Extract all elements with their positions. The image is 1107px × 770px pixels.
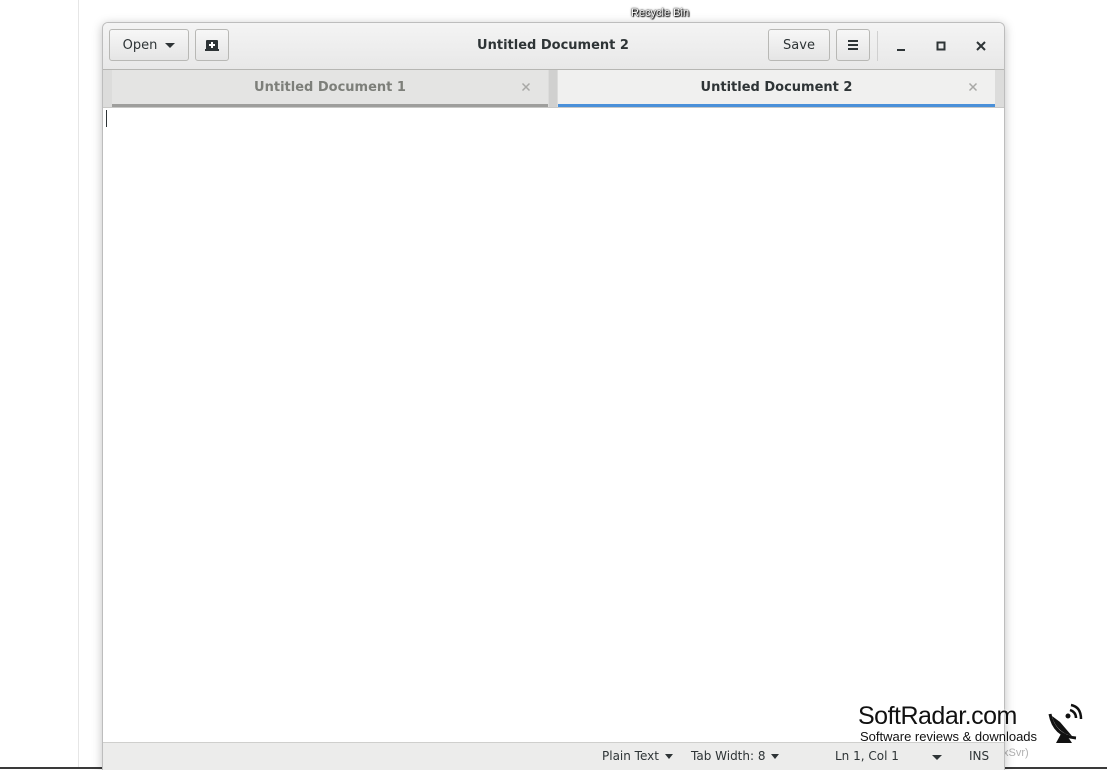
tab-untitled-document-1[interactable]: Untitled Document 1 bbox=[112, 70, 548, 107]
close-tab-button[interactable] bbox=[965, 79, 981, 95]
tab-bar: Untitled Document 1 Untitled Document 2 bbox=[103, 70, 1004, 108]
close-tab-button[interactable] bbox=[518, 79, 534, 95]
tab-label: Untitled Document 1 bbox=[254, 79, 406, 95]
text-editor-window: Open Untitled Document 2 Save Untitled D… bbox=[102, 22, 1005, 770]
chevron-down-icon[interactable] bbox=[932, 755, 942, 760]
text-cursor bbox=[106, 110, 107, 127]
close-window-button[interactable] bbox=[971, 36, 991, 56]
chevron-down-icon bbox=[771, 753, 780, 759]
watermark-title: SoftRadar.com bbox=[858, 702, 1017, 730]
minimize-button[interactable] bbox=[891, 36, 911, 56]
maximize-icon bbox=[936, 41, 946, 51]
window-title: Untitled Document 2 bbox=[477, 38, 629, 53]
watermark-subtitle: Software reviews & downloads bbox=[860, 729, 1038, 744]
desktop-divider bbox=[78, 0, 79, 769]
chevron-down-icon bbox=[664, 753, 673, 759]
header-bar: Open Untitled Document 2 Save bbox=[103, 23, 1004, 70]
text-editor-area[interactable] bbox=[103, 108, 1004, 742]
recycle-bin-label[interactable]: Recycle Bin bbox=[631, 7, 689, 19]
new-document-button[interactable] bbox=[195, 29, 229, 61]
chevron-down-icon bbox=[165, 42, 176, 48]
save-button[interactable]: Save bbox=[768, 29, 830, 61]
tab-width-selector[interactable]: Tab Width: 8 bbox=[691, 749, 780, 763]
hamburger-menu-icon bbox=[848, 40, 858, 50]
language-label: Plain Text bbox=[602, 749, 659, 763]
satellite-dish-icon bbox=[1048, 703, 1083, 743]
tab-divider bbox=[549, 70, 557, 107]
tab-untitled-document-2[interactable]: Untitled Document 2 bbox=[558, 70, 995, 107]
close-icon bbox=[521, 82, 531, 92]
open-button-label: Open bbox=[122, 37, 158, 53]
desktop-background bbox=[0, 0, 78, 769]
close-icon bbox=[976, 41, 986, 51]
new-document-icon bbox=[205, 40, 219, 51]
softradar-watermark: SoftRadar.com Software reviews & downloa… bbox=[858, 702, 1098, 754]
minimize-icon bbox=[897, 49, 905, 51]
tab-width-label: Tab Width: 8 bbox=[691, 749, 766, 763]
open-button[interactable]: Open bbox=[109, 29, 189, 61]
tab-label: Untitled Document 2 bbox=[700, 79, 853, 95]
maximize-button[interactable] bbox=[931, 36, 951, 56]
language-selector[interactable]: Plain Text bbox=[602, 749, 673, 763]
menu-button[interactable] bbox=[836, 29, 870, 61]
header-separator bbox=[877, 31, 878, 61]
close-icon bbox=[968, 82, 978, 92]
